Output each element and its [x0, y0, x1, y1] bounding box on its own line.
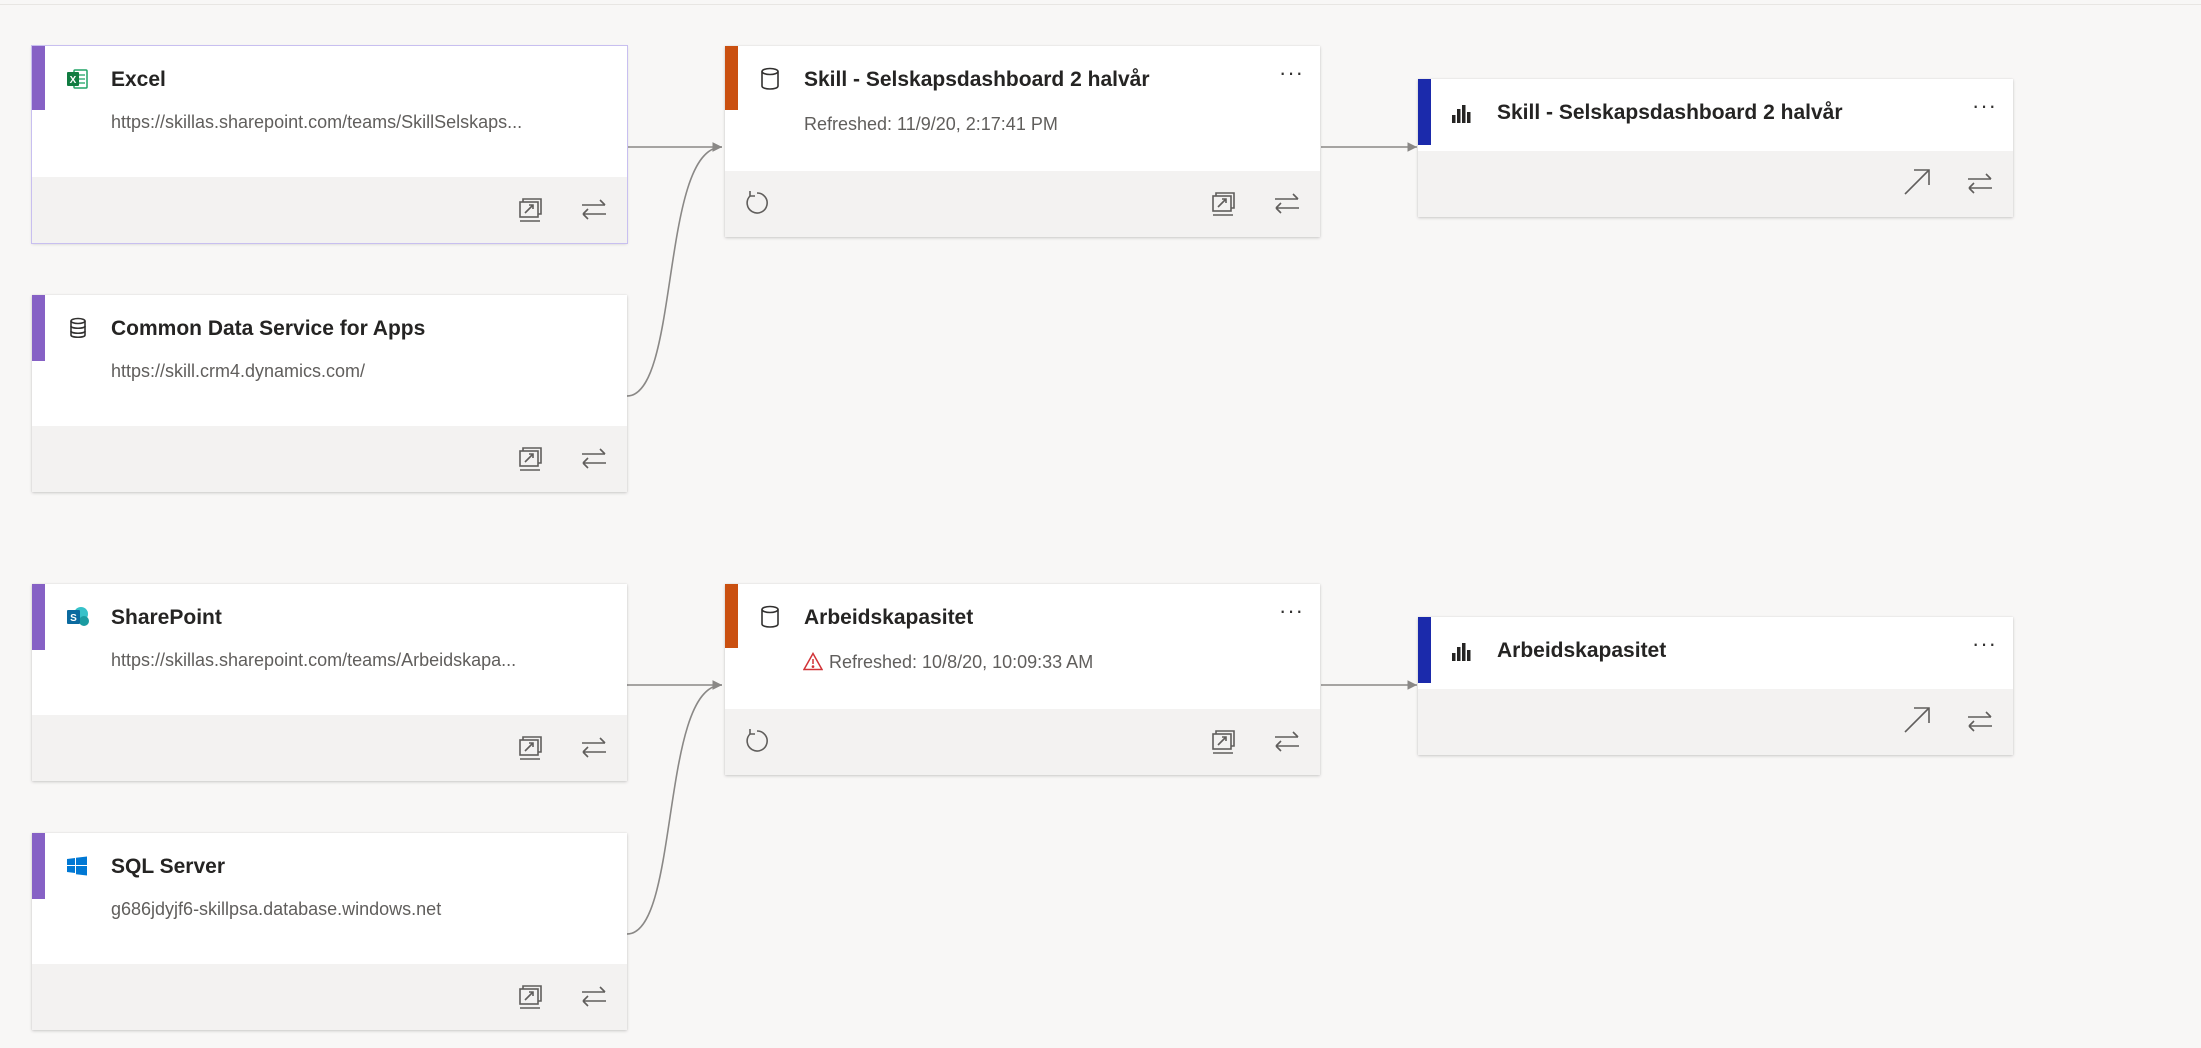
dataset-card-arbeidskapasitet[interactable]: Arbeidskapasitet ··· [1418, 617, 2013, 755]
dataset-card-selskapsdashboard[interactable]: Skill - Selskapsdashboard 2 halvår ··· [1418, 79, 2013, 217]
source-url: https://skill.crm4.dynamics.com/ [111, 361, 366, 381]
source-accent-bar [32, 833, 45, 899]
impact-analysis-icon[interactable] [1207, 725, 1243, 761]
refresh-status-text: Refreshed: 10/8/20, 10:09:33 AM [829, 652, 1094, 672]
dataflow-accent-bar [725, 584, 738, 648]
sharepoint-icon: S [66, 606, 90, 628]
source-url: https://skillas.sharepoint.com/teams/Arb… [111, 650, 517, 670]
source-url: https://skillas.sharepoint.com/teams/Ski… [111, 112, 523, 132]
show-lineage-icon[interactable] [578, 980, 614, 1016]
show-lineage-icon[interactable] [1964, 167, 2000, 203]
dataflow-title: Skill - Selskapsdashboard 2 halvår [804, 68, 1150, 91]
dataflow-title: Arbeidskapasitet [804, 606, 974, 629]
dataset-title: Skill - Selskapsdashboard 2 halvår [1497, 101, 1843, 124]
impact-analysis-icon[interactable] [514, 193, 550, 229]
dataset-accent-bar [1418, 79, 1431, 145]
dataflow-accent-bar [725, 46, 738, 110]
source-title: SharePoint [111, 606, 222, 629]
source-accent-bar [32, 584, 45, 650]
dataflow-card-arbeidskapasitet[interactable]: Arbeidskapasitet ··· Refreshed: 10/8/20,… [725, 584, 1320, 775]
dataset-bar-chart-icon [1450, 641, 1474, 663]
more-options-button[interactable]: ··· [1279, 598, 1304, 624]
source-accent-bar [32, 46, 45, 110]
source-card-sql-server[interactable]: SQL Server g686jdyjf6-skillpsa.database.… [32, 833, 627, 1030]
top-divider [0, 4, 2201, 5]
sql-server-icon [66, 855, 88, 877]
impact-analysis-icon[interactable] [514, 731, 550, 767]
refresh-icon[interactable] [741, 725, 777, 761]
more-options-button[interactable]: ··· [1279, 60, 1304, 86]
open-arrow-icon[interactable] [1900, 165, 1936, 201]
connector-sql-to-dataflow-2 [626, 680, 723, 935]
open-arrow-icon[interactable] [1900, 703, 1936, 739]
show-lineage-icon[interactable] [578, 193, 614, 229]
dataflow-card-selskapsdashboard[interactable]: Skill - Selskapsdashboard 2 halvår ··· R… [725, 46, 1320, 237]
impact-analysis-icon[interactable] [1207, 187, 1243, 223]
source-card-excel[interactable]: X Excel https://skillas.sharepoint.com/t… [31, 45, 628, 244]
dataset-title: Arbeidskapasitet [1497, 639, 1667, 662]
source-title: SQL Server [111, 855, 226, 878]
more-options-button[interactable]: ··· [1972, 93, 1997, 119]
svg-text:X: X [70, 75, 77, 86]
show-lineage-icon[interactable] [578, 442, 614, 478]
impact-analysis-icon[interactable] [514, 442, 550, 478]
source-title: Common Data Service for Apps [111, 317, 426, 340]
source-card-sharepoint[interactable]: S SharePoint https://skillas.sharepoint.… [32, 584, 627, 781]
database-icon [68, 317, 88, 339]
refresh-icon[interactable] [741, 187, 777, 223]
show-lineage-icon[interactable] [1964, 705, 2000, 741]
source-title: Excel [111, 68, 166, 91]
show-lineage-icon[interactable] [1271, 725, 1307, 761]
dataset-accent-bar [1418, 617, 1431, 683]
dataset-bar-chart-icon [1450, 103, 1474, 125]
refresh-status: Refreshed: 10/8/20, 10:09:33 AM [803, 652, 1093, 673]
source-accent-bar [32, 295, 45, 361]
refresh-status: Refreshed: 11/9/20, 2:17:41 PM [804, 114, 1058, 134]
dataflow-cylinder-icon [759, 67, 781, 91]
impact-analysis-icon[interactable] [514, 980, 550, 1016]
source-url: g686jdyjf6-skillpsa.database.windows.net [111, 899, 442, 919]
warning-icon [803, 652, 823, 671]
show-lineage-icon[interactable] [1271, 187, 1307, 223]
excel-icon: X [66, 68, 88, 90]
dataflow-cylinder-icon [759, 605, 781, 629]
svg-text:S: S [70, 613, 77, 624]
show-lineage-icon[interactable] [578, 731, 614, 767]
connector-cds-to-dataflow-1 [626, 142, 723, 397]
more-options-button[interactable]: ··· [1972, 631, 1997, 657]
source-card-common-data-service[interactable]: Common Data Service for Apps https://ski… [32, 295, 627, 492]
